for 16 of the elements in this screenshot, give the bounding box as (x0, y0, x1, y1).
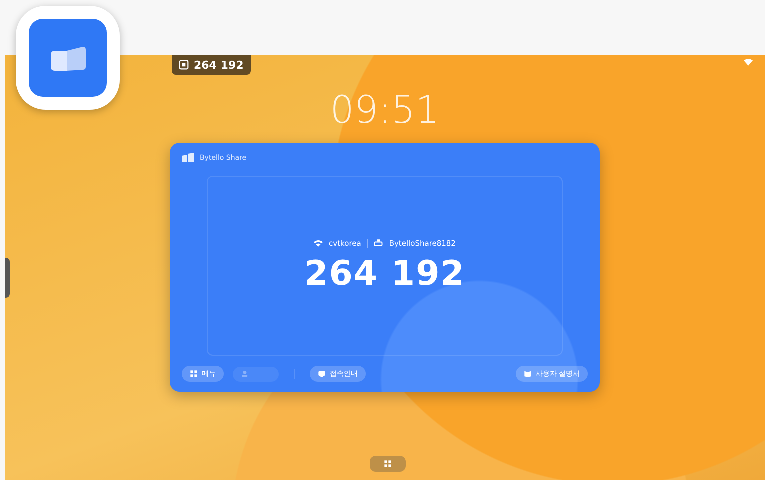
screen-icon (318, 370, 326, 378)
grid-icon (384, 460, 392, 468)
share-code: 264 192 (304, 254, 466, 294)
wifi-icon (314, 240, 324, 246)
badge-code: 264 192 (194, 58, 244, 72)
clock-text: 09:51 (330, 91, 440, 129)
screen-icon (179, 60, 189, 70)
book-icon (524, 370, 532, 378)
grid-icon (190, 370, 198, 378)
person-icon (241, 370, 249, 378)
logo-icon (182, 153, 194, 162)
wifi-icon (744, 59, 753, 66)
apps-button[interactable] (370, 456, 406, 472)
side-handle[interactable] (5, 258, 10, 298)
app-icon (16, 6, 120, 110)
device-icon (374, 239, 384, 247)
